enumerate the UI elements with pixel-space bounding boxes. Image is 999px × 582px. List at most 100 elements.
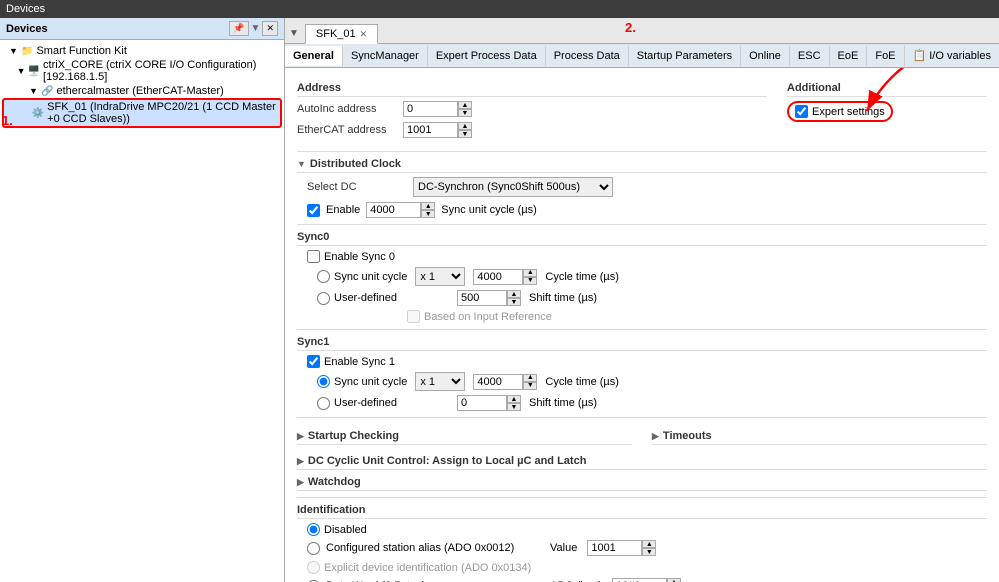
ethercat-address-spin-down[interactable]: ▼ [458, 130, 472, 138]
ethercat-address-spin-up[interactable]: ▲ [458, 122, 472, 130]
sync0-shift-value-input[interactable] [457, 290, 507, 306]
sync1-shift-value-input[interactable] [457, 395, 507, 411]
sync1-sync-unit-radio[interactable] [317, 375, 330, 388]
nav-tab-foe[interactable]: FoE [867, 46, 904, 66]
watchdog-title: Watchdog [308, 476, 361, 488]
ado-value-input[interactable] [612, 578, 667, 582]
ethercat-address-label: EtherCAT address [297, 124, 397, 136]
sync1-user-defined-label: User-defined [334, 397, 397, 409]
tree-item-ethercalmaster[interactable]: ▼ 🔗 ethercalmaster (EtherCAT-Master) [2, 84, 282, 98]
sync0-multiplier-select[interactable]: x 1 [415, 267, 465, 286]
disabled-label: Disabled [324, 524, 367, 536]
sync1-shift-spin-up[interactable]: ▲ [507, 395, 521, 403]
device-tree: ▼ 📁 Smart Function Kit ▼ 🖥️ ctriX_CORE (… [0, 40, 284, 582]
tree-label-2: ctriX_CORE (ctriX CORE I/O Configuration… [43, 59, 280, 83]
select-dc-dropdown[interactable]: DC-Synchron (Sync0Shift 500us) [413, 177, 613, 197]
watchdog-triangle: ▶ [297, 477, 304, 488]
sync0-section: Sync0 Enable Sync 0 Sync unit cycle [297, 231, 987, 323]
sync0-cycle-spin-down[interactable]: ▼ [523, 277, 537, 285]
enable-dc-checkbox[interactable] [307, 204, 320, 217]
sync1-cycle-spin-up[interactable]: ▲ [523, 374, 537, 382]
panel-close-btn[interactable]: ✕ [262, 21, 278, 36]
autoinc-label: AutoInc address [297, 103, 397, 115]
dc-cyclic-title: DC Cyclic Unit Control: Assign to Local … [308, 455, 587, 467]
tree-expander-3[interactable]: ▼ [29, 86, 39, 96]
enable-sync0-checkbox[interactable] [307, 250, 320, 263]
autoinc-spin-up[interactable]: ▲ [458, 101, 472, 109]
disabled-radio[interactable] [307, 523, 320, 536]
tree-label-4: SFK_01 (IndraDrive MPC20/21 (1 CCD Maste… [47, 101, 278, 125]
nav-tab-startup-params[interactable]: Startup Parameters [629, 46, 741, 66]
sync1-shift-spin-down[interactable]: ▼ [507, 403, 521, 411]
alias-value-input[interactable] [587, 540, 642, 556]
autoinc-spinbox[interactable]: 0 ▲ ▼ [403, 101, 472, 117]
watchdog-section: ▶ Watchdog [297, 476, 987, 491]
expert-settings-checkbox[interactable] [795, 105, 808, 118]
timeouts-section: ▶ Timeouts [652, 424, 987, 449]
explicit-id-radio [307, 561, 320, 574]
io-variables-icon: 📋 [913, 49, 927, 62]
panel-title: Devices [6, 23, 48, 35]
nav-tab-io-variables[interactable]: 📋 I/O variables [905, 45, 999, 66]
enable-dc-spin-up[interactable]: ▲ [421, 202, 435, 210]
panel-pin-btn[interactable]: 📌 [229, 21, 248, 36]
sync0-cycle-value-input[interactable] [473, 269, 523, 285]
tree-icon-4: ⚙️ [32, 108, 44, 119]
nav-tab-online[interactable]: Online [741, 46, 790, 66]
enable-dc-value-input[interactable] [366, 202, 421, 218]
alias-spin-up[interactable]: ▲ [642, 540, 656, 548]
sync0-shift-label: Shift time (µs) [529, 292, 597, 304]
sync0-sync-unit-radio[interactable] [317, 270, 330, 283]
autoinc-spin-down[interactable]: ▼ [458, 109, 472, 117]
tab-close-sfk01[interactable]: ✕ [360, 29, 368, 40]
ado-spin-up[interactable]: ▲ [667, 578, 681, 582]
sync0-cycle-label: Cycle time (µs) [545, 271, 619, 283]
annotation-number-2: 2. [625, 20, 636, 35]
startup-checking-section: ▶ Startup Checking [297, 424, 632, 449]
sync1-cycle-value-input[interactable] [473, 374, 523, 390]
nav-tab-eoe[interactable]: EoE [830, 46, 868, 66]
additional-section-title: Additional [787, 82, 841, 94]
sync1-cycle-spin-down[interactable]: ▼ [523, 382, 537, 390]
sync0-shift-spin-down[interactable]: ▼ [507, 298, 521, 306]
nav-tab-process-data[interactable]: Process Data [546, 46, 629, 66]
sync1-user-defined-radio[interactable] [317, 397, 330, 410]
address-section-title: Address [297, 82, 341, 94]
sync1-section: Sync1 Enable Sync 1 Sync unit cycle [297, 336, 987, 411]
expert-settings-label: Expert settings [812, 106, 885, 118]
sync1-multiplier-select[interactable]: x 1 [415, 372, 465, 391]
ethercat-address-spinbox[interactable]: ▲ ▼ [403, 122, 472, 138]
select-dc-label: Select DC [307, 181, 407, 193]
sync0-user-defined-radio[interactable] [317, 292, 330, 305]
sync0-cycle-spin-up[interactable]: ▲ [523, 269, 537, 277]
tree-icon-2: 🖥️ [28, 66, 40, 77]
autoinc-input[interactable]: 0 [403, 101, 458, 117]
configured-alias-radio[interactable] [307, 542, 320, 555]
nav-tab-expert-process-data[interactable]: Expert Process Data [428, 46, 546, 66]
nav-tabs-bar: General SyncManager Expert Process Data … [285, 44, 999, 68]
startup-title: Startup Checking [308, 430, 399, 442]
sync1-sync-unit-label: Sync unit cycle [334, 376, 407, 388]
sync0-title: Sync0 [297, 231, 329, 243]
enable-sync1-checkbox[interactable] [307, 355, 320, 368]
tree-item-sfk01[interactable]: ⚙️ SFK_01 (IndraDrive MPC20/21 (1 CCD Ma… [2, 98, 282, 128]
ethercat-address-input[interactable] [403, 122, 458, 138]
tree-icon-1: 📁 [21, 46, 33, 57]
nav-tab-general[interactable]: General [285, 46, 343, 66]
tree-expander-2[interactable]: ▼ [17, 66, 26, 76]
alias-spin-down[interactable]: ▼ [642, 548, 656, 556]
tree-expander-1[interactable]: ▼ [9, 46, 19, 56]
tab-dropdown-btn[interactable]: ▼ [285, 24, 303, 43]
tree-item-smart-function-kit[interactable]: ▼ 📁 Smart Function Kit [2, 44, 282, 58]
distributed-clock-section: ▼ Distributed Clock Select DC DC-Synchro… [297, 158, 987, 218]
nav-tab-syncmanager[interactable]: SyncManager [343, 46, 428, 66]
enable-dc-spin-down[interactable]: ▼ [421, 210, 435, 218]
tree-item-ctrix-core[interactable]: ▼ 🖥️ ctriX_CORE (ctriX CORE I/O Configur… [2, 58, 282, 84]
panel-menu-arrow[interactable]: ▼ [251, 23, 261, 34]
nav-tab-esc[interactable]: ESC [790, 46, 830, 66]
dc-cyclic-section: ▶ DC Cyclic Unit Control: Assign to Loca… [297, 455, 987, 470]
dc-triangle: ▼ [297, 159, 306, 169]
sync0-shift-spin-up[interactable]: ▲ [507, 290, 521, 298]
additional-section: Additional Expert settings 3. [787, 76, 987, 143]
tab-sfk01[interactable]: SFK_01 ✕ [305, 24, 378, 44]
